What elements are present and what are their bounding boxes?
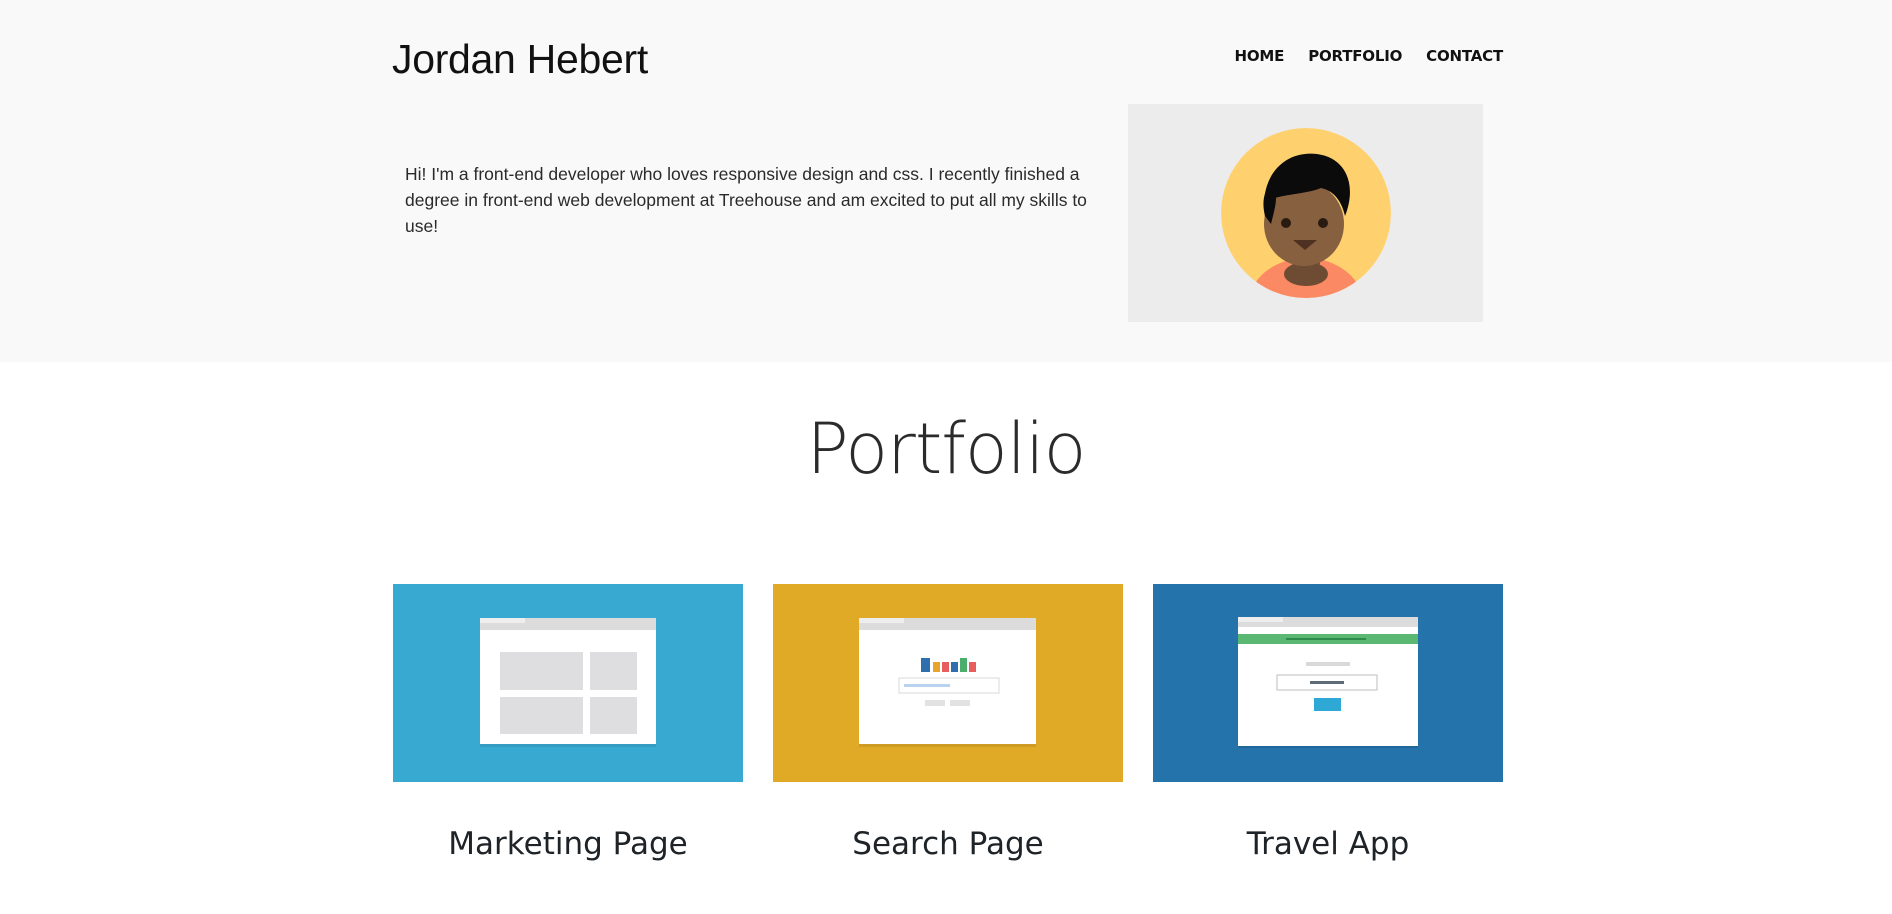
- nav-home-link[interactable]: HOME: [1235, 47, 1285, 65]
- project-title-travel-app[interactable]: Travel App: [1153, 826, 1503, 862]
- hero-section: Jordan Hebert HOME PORTFOLIO CONTACT Hi!…: [0, 0, 1892, 362]
- project-card-marketing-page[interactable]: [393, 584, 743, 782]
- travel-app-thumbnail-icon: [1238, 617, 1418, 748]
- main-nav: HOME PORTFOLIO CONTACT: [1235, 47, 1504, 65]
- nav-portfolio-link[interactable]: PORTFOLIO: [1308, 47, 1402, 65]
- avatar-icon: [1221, 128, 1391, 298]
- project-title-marketing-page[interactable]: Marketing Page: [393, 826, 743, 862]
- project-card-travel-app[interactable]: [1153, 584, 1503, 782]
- project-title-search-page[interactable]: Search Page: [773, 826, 1123, 862]
- portfolio-heading: Portfolio: [806, 408, 1087, 490]
- intro-text: Hi! I'm a front-end developer who loves …: [405, 164, 1087, 236]
- avatar-frame: [1128, 104, 1483, 322]
- search-page-thumbnail-icon: [859, 618, 1036, 747]
- project-card-search-page[interactable]: [773, 584, 1123, 782]
- site-name: Jordan Hebert: [392, 36, 648, 82]
- marketing-page-thumbnail-icon: [480, 618, 656, 747]
- nav-contact-link[interactable]: CONTACT: [1426, 47, 1503, 65]
